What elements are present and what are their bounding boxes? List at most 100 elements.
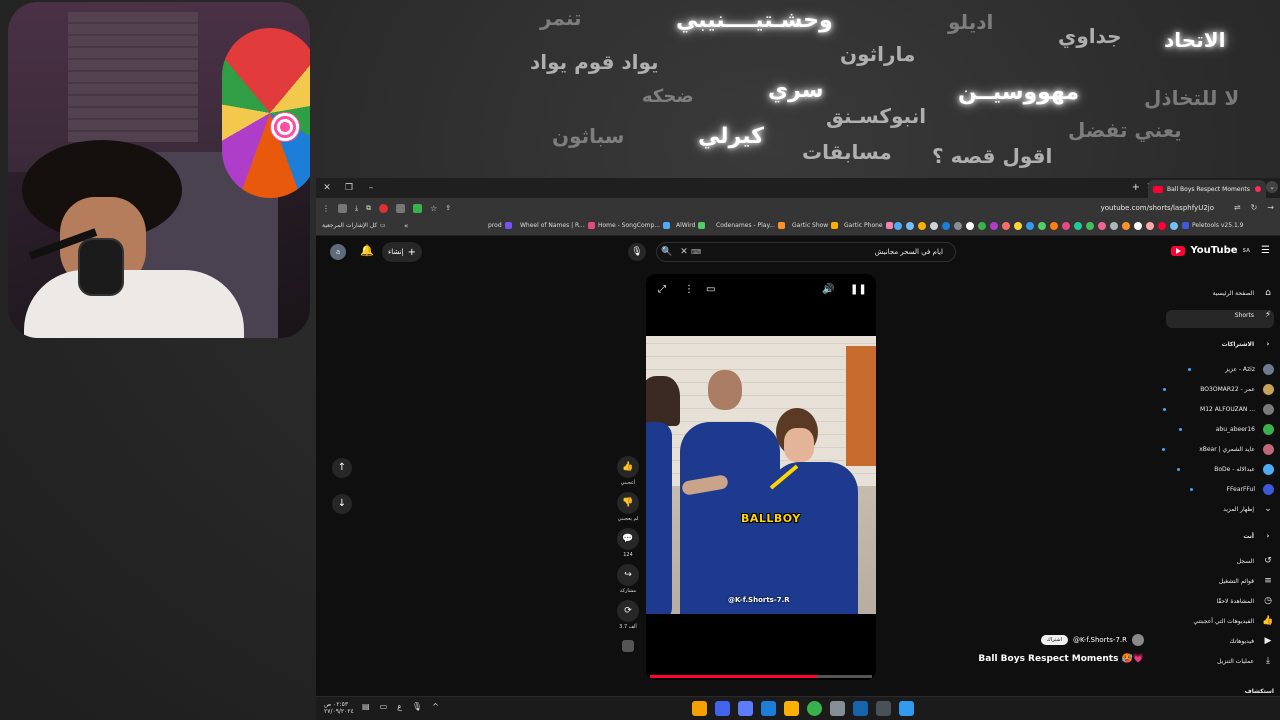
subscriptions-header[interactable]: الاشتراكات › — [1222, 340, 1274, 348]
profile-icon[interactable] — [338, 203, 347, 213]
close-window-icon[interactable]: ✕ — [316, 183, 338, 193]
notifications-bell-icon[interactable]: 🔔 — [360, 244, 374, 257]
sidebar-subscription-item[interactable]: xBear | عايد الشمري — [1162, 444, 1274, 455]
chrome-icon[interactable] — [807, 701, 822, 716]
tray-expand-icon[interactable]: ^ — [432, 702, 439, 711]
bookmark-item[interactable]: Wheel of Names | R... — [520, 222, 595, 229]
sidebar-subscription-item[interactable]: BoDe - عبدالاله — [1177, 464, 1274, 475]
hamburger-menu-icon[interactable]: ☰ — [1261, 245, 1270, 256]
extension-label[interactable]: Peletools v25.1.9 — [1182, 222, 1243, 229]
sidebar-item-shorts[interactable]: Shorts ⚡ — [1235, 310, 1274, 320]
tab-bar: ✕ ❐ – + ✕ Ball Boys Respect Moments ⌄ — [316, 178, 1280, 198]
channel-name[interactable]: @K-f.Shorts-7.R — [1073, 636, 1127, 644]
youtube-logo[interactable]: YouTube SA ☰ — [1171, 245, 1270, 256]
start-menu-icon[interactable] — [899, 701, 914, 716]
bookmark-item[interactable]: Gartic Phone — [844, 222, 893, 229]
bookmark-item[interactable]: prod — [488, 222, 512, 229]
show-more-subscriptions[interactable]: إظهار المزيد ⌄ — [1223, 504, 1274, 514]
subscribe-button[interactable]: اشتراك — [1040, 635, 1068, 645]
microphone-graphic — [78, 238, 124, 296]
more-menu-icon[interactable]: ⋮ — [322, 204, 330, 213]
video-title: Ball Boys Respect Moments 🥵💗 — [978, 654, 1144, 664]
extension-red-icon[interactable] — [379, 203, 389, 213]
channel-avatar[interactable] — [1132, 634, 1144, 646]
bookmark-star-icon[interactable]: ☆ — [430, 204, 437, 213]
sidebar-subscription-item[interactable]: M12 ALFOUZAN ... — [1163, 404, 1274, 415]
restore-window-icon[interactable]: ❐ — [338, 183, 360, 193]
volume-icon[interactable]: 🔊 — [822, 284, 834, 295]
discord-icon[interactable] — [738, 701, 753, 716]
bookmarks-chevron-icon[interactable]: « — [404, 222, 408, 230]
sidebar-you-item[interactable]: المشاهدة لاحقًا ◷ — [1216, 596, 1274, 606]
comments-button[interactable]: 💬 124 — [612, 528, 644, 558]
sidebar-subscription-item[interactable]: abu_abeer16 — [1178, 424, 1274, 435]
share-page-icon[interactable]: ⇪ — [445, 204, 451, 212]
sidebar-you-item[interactable]: عمليات التنزيل ⤓ — [1217, 656, 1274, 666]
sidebar-you-item[interactable]: فيديوهاتك ▶ — [1230, 636, 1274, 646]
all-bookmarks-folder-icon[interactable]: ▭ — [380, 222, 386, 229]
create-button[interactable]: إنشاء + — [382, 242, 422, 262]
clock[interactable]: ٠٢:٥٣ ص ٢٧/٠٩/٢٠٢٤ — [324, 701, 354, 715]
input-language[interactable]: ع — [397, 702, 402, 711]
captions-icon[interactable]: ▭ — [706, 284, 715, 295]
keyboard-icon[interactable]: ⌨ — [691, 248, 705, 256]
voice-search-mic-icon[interactable]: 🎙 — [628, 243, 646, 261]
extension-green-icon[interactable] — [413, 203, 423, 213]
reload-icon[interactable]: ↻ — [1251, 203, 1258, 212]
sidebar-subscription-item[interactable]: BO3OMAR22 - عمر — [1163, 384, 1274, 395]
bookmark-item[interactable]: Home - SongComp... — [598, 222, 671, 229]
bookmark-item[interactable]: AlWird — [676, 222, 706, 229]
bookmark-item[interactable]: كل الإشارات المرجعية — [322, 222, 377, 229]
you-header[interactable]: أنت › — [1243, 532, 1274, 540]
share-button[interactable]: ↪ مشاركة — [612, 564, 644, 594]
next-short-arrow-icon[interactable]: ↓ — [332, 494, 352, 514]
sidebar-subscription-item[interactable]: FFearFFul — [1189, 484, 1274, 495]
obs-icon[interactable] — [830, 701, 845, 716]
search-input[interactable]: ايام في السحر مجانيش — [705, 248, 955, 256]
video-progress-bar[interactable] — [650, 675, 872, 678]
sound-thumbnail[interactable] — [622, 640, 634, 652]
search-bar[interactable]: 🔍 ✕ ⌨ ايام في السحر مجانيش — [656, 242, 956, 262]
like-button[interactable]: 👍 أعجبني — [612, 456, 644, 486]
url-field[interactable]: youtube.com/shorts/lasphfyU2jo — [1101, 204, 1214, 212]
clear-search-icon[interactable]: ✕ — [677, 247, 691, 257]
new-content-dot-icon — [1162, 448, 1166, 451]
site-info-icon[interactable]: ⇌ — [1234, 203, 1241, 212]
search-icon[interactable]: 🔍 — [657, 247, 677, 257]
fullscreen-icon[interactable]: ⤢ — [658, 284, 666, 295]
file-explorer-icon[interactable] — [784, 701, 799, 716]
new-tab-icon[interactable]: + — [1132, 182, 1140, 193]
tab-active[interactable]: Ball Boys Respect Moments — [1148, 180, 1266, 198]
app-icon[interactable] — [692, 701, 707, 716]
display-icon[interactable]: ▭ — [380, 702, 388, 711]
more-options-icon[interactable]: ⋮ — [684, 284, 694, 295]
mic-tray-icon[interactable]: 🎙 — [412, 702, 422, 711]
app-icon[interactable] — [715, 701, 730, 716]
edge-icon[interactable] — [761, 701, 776, 716]
dislike-button[interactable]: 👎 لم يعجبني — [612, 492, 644, 522]
previous-short-arrow-icon[interactable]: ↑ — [332, 458, 352, 478]
sidebar-you-item[interactable]: قوائم التشغيل ≡ — [1219, 576, 1274, 586]
tab-search-icon[interactable]: ⌄ — [1266, 181, 1278, 193]
pause-icon[interactable]: ❚❚ — [850, 284, 867, 295]
settings-icon[interactable] — [876, 701, 891, 716]
extensions-icon[interactable]: ⧉ — [366, 204, 371, 213]
sidebar-item-home[interactable]: الصفحة الرئيسية ⌂ — [1213, 288, 1274, 298]
forward-icon[interactable]: → — [1267, 203, 1274, 212]
streamer-webcam — [8, 2, 310, 338]
downloads-icon[interactable]: ⤓ — [355, 204, 358, 213]
notification-icon[interactable]: ▤ — [362, 702, 370, 711]
steam-icon[interactable] — [853, 701, 868, 716]
shorts-player[interactable]: ⤢ ⋮ ▭ 🔊 ❚❚ BALLBOY @K-f.Shorts-7.R — [646, 274, 876, 680]
dislike-icon: 👎 — [617, 492, 639, 514]
sidebar-subscription-item[interactable]: عزيز - Aziz — [1188, 364, 1274, 375]
account-avatar[interactable]: a — [330, 244, 346, 260]
bookmark-item[interactable]: Codenames - Play... — [716, 222, 785, 229]
remix-button[interactable]: ⟳ 3.7 ألف — [612, 600, 644, 630]
sidebar-item-icon: ⤓ — [1266, 656, 1270, 666]
extension-icon[interactable] — [396, 203, 406, 213]
minimize-window-icon[interactable]: – — [360, 183, 382, 193]
bookmark-item[interactable]: Gartic Show — [792, 222, 839, 229]
sidebar-you-item[interactable]: الفيديوهات التي أعجبتني 👍 — [1193, 616, 1274, 626]
sidebar-you-item[interactable]: السجل ↺ — [1237, 556, 1274, 566]
